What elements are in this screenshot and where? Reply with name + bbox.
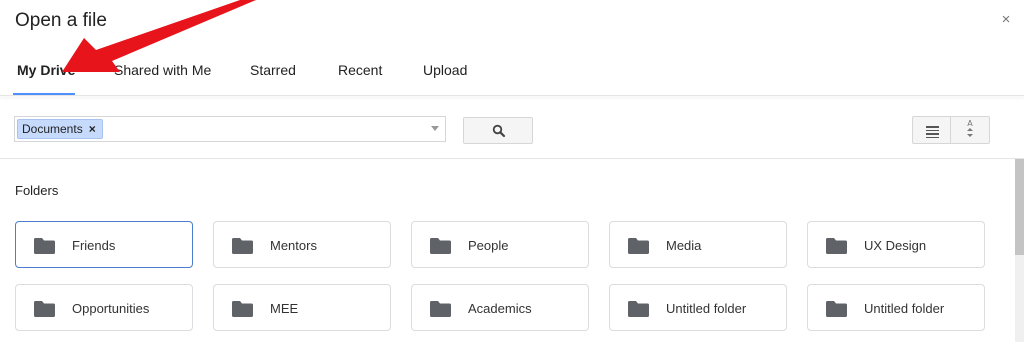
- dialog-title: Open a file: [15, 10, 107, 31]
- list-view-button[interactable]: [912, 116, 951, 144]
- folder-icon: [430, 301, 451, 317]
- folder-card[interactable]: UX Design: [807, 221, 985, 268]
- tab-shared-with-me[interactable]: Shared with Me: [114, 62, 211, 78]
- tab-my-drive[interactable]: My Drive: [17, 62, 75, 78]
- folder-card[interactable]: Media: [609, 221, 787, 268]
- sort-button[interactable]: A: [951, 116, 990, 144]
- folder-icon: [232, 301, 253, 317]
- folder-name: Untitled folder: [864, 301, 945, 316]
- header-divider: [0, 95, 1024, 96]
- folder-name: UX Design: [864, 238, 927, 253]
- folder-icon: [34, 301, 55, 317]
- chevron-down-icon[interactable]: [431, 126, 439, 131]
- folder-card[interactable]: Untitled folder: [807, 284, 985, 331]
- tab-bar: My Drive Shared with Me Starred Recent U…: [0, 50, 1024, 96]
- folder-card[interactable]: Mentors: [213, 221, 391, 268]
- folder-card[interactable]: Academics: [411, 284, 589, 331]
- folder-card[interactable]: Opportunities: [15, 284, 193, 331]
- tab-starred[interactable]: Starred: [250, 62, 296, 78]
- folder-name: Media: [666, 238, 702, 253]
- chip-remove-icon[interactable]: ×: [89, 122, 96, 136]
- sort-az-icon: A: [951, 120, 989, 137]
- folder-icon: [232, 238, 253, 254]
- folder-name: Mentors: [270, 238, 317, 253]
- folder-name: Academics: [468, 301, 532, 316]
- folder-icon: [826, 238, 847, 254]
- folder-card[interactable]: People: [411, 221, 589, 268]
- folder-icon: [826, 301, 847, 317]
- tab-upload[interactable]: Upload: [423, 62, 467, 78]
- search-input[interactable]: Documents ×: [14, 116, 446, 142]
- folder-name: Friends: [72, 238, 116, 253]
- list-view-icon: [926, 126, 939, 140]
- folder-icon: [628, 238, 649, 254]
- folder-icon: [34, 238, 55, 254]
- folder-icon: [628, 301, 649, 317]
- folder-name: Opportunities: [72, 301, 150, 316]
- folders-heading: Folders: [15, 183, 59, 198]
- folder-card[interactable]: Friends: [15, 221, 193, 268]
- scrollbar-thumb[interactable]: [1015, 159, 1024, 255]
- folder-name: Untitled folder: [666, 301, 747, 316]
- search-icon: [492, 124, 506, 138]
- content-divider: [0, 158, 1024, 159]
- tab-recent[interactable]: Recent: [338, 62, 382, 78]
- folder-name: MEE: [270, 301, 299, 316]
- folder-card[interactable]: Untitled folder: [609, 284, 787, 331]
- folder-icon: [430, 238, 451, 254]
- folder-card[interactable]: MEE: [213, 284, 391, 331]
- filter-chip-label: Documents: [22, 122, 83, 136]
- search-button[interactable]: [463, 117, 533, 144]
- filter-chip-documents: Documents ×: [17, 119, 103, 139]
- folder-name: People: [468, 238, 509, 253]
- close-icon[interactable]: ×: [998, 12, 1014, 28]
